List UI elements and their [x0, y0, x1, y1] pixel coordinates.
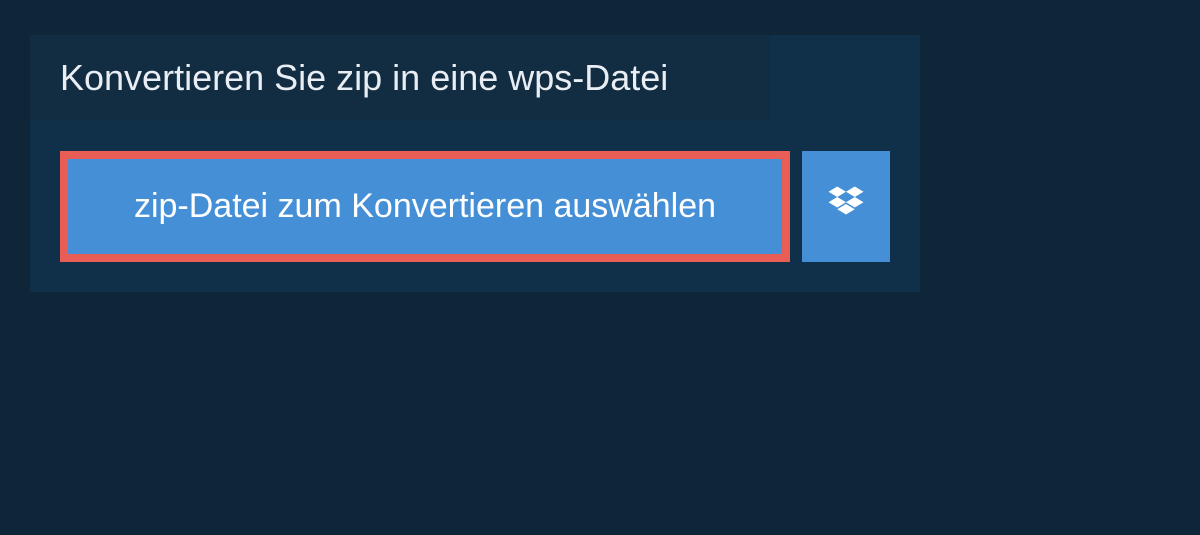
action-row: zip-Datei zum Konvertieren auswählen — [30, 121, 920, 292]
select-file-label: zip-Datei zum Konvertieren auswählen — [134, 187, 716, 226]
panel-header: Konvertieren Sie zip in eine wps-Datei — [30, 35, 770, 121]
select-file-button[interactable]: zip-Datei zum Konvertieren auswählen — [60, 151, 790, 262]
page-title: Konvertieren Sie zip in eine wps-Datei — [60, 57, 740, 99]
converter-panel: Konvertieren Sie zip in eine wps-Datei z… — [30, 35, 920, 292]
dropbox-icon — [825, 183, 867, 230]
dropbox-button[interactable] — [802, 151, 890, 262]
